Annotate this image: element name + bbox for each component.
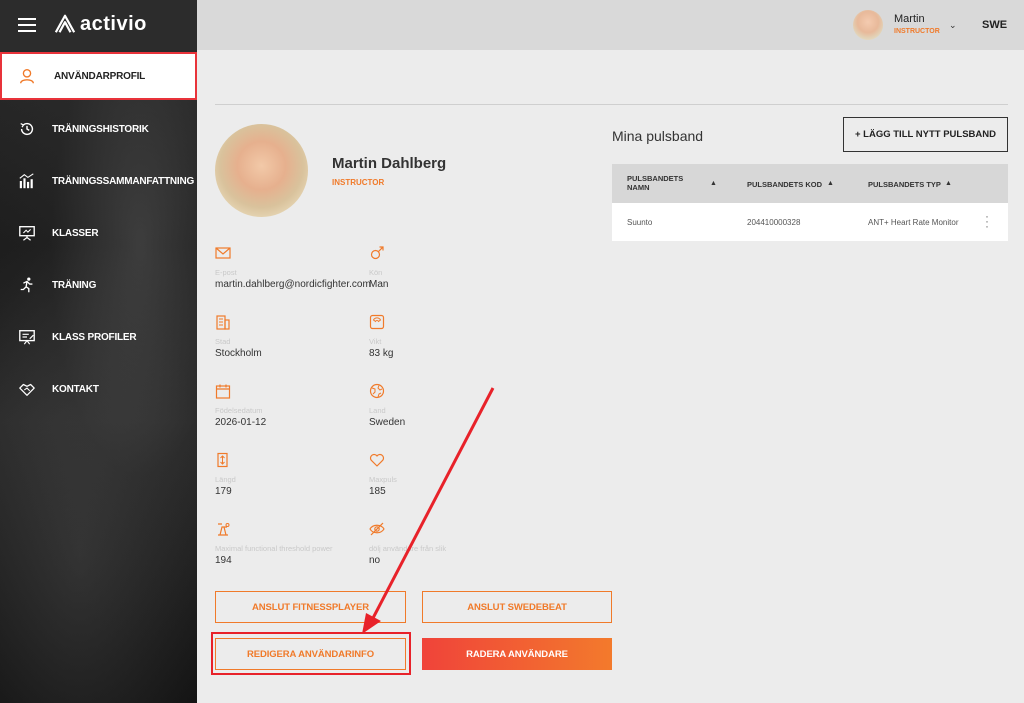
cell-code: 204410000328 <box>747 218 801 227</box>
building-icon <box>216 315 230 330</box>
chart-icon <box>19 173 34 189</box>
table-row[interactable]: Suunto 204410000328 ANT+ Heart Rate Moni… <box>612 203 1008 241</box>
sort-arrow-icon[interactable]: ▲ <box>710 180 717 187</box>
field-value: 2026-01-12 <box>215 417 267 428</box>
sidebar-item-anvandarprofil[interactable]: ANVÄNDARPROFIL <box>0 52 197 100</box>
brand-name: activio <box>80 12 147 35</box>
sort-arrow-icon[interactable]: ▲ <box>827 180 834 187</box>
scale-icon <box>369 314 385 330</box>
profile-role: INSTRUCTOR <box>332 178 385 187</box>
sidebar-item-label: TRÄNINGSHISTORIK <box>52 123 149 135</box>
top-header: Martin INSTRUCTOR ⌄ SWE <box>197 0 1024 50</box>
avatar[interactable] <box>853 10 883 40</box>
pulsband-table: PULSBANDETS NAMN ▲ PULSBANDETS KOD ▲ PUL… <box>612 164 1008 241</box>
field-value: 83 kg <box>369 348 394 359</box>
column-header-name[interactable]: PULSBANDETS NAMN <box>627 174 687 192</box>
running-icon <box>20 277 33 293</box>
bike-icon <box>218 523 230 536</box>
height-icon <box>217 452 228 468</box>
eye-off-icon <box>369 522 385 536</box>
connect-fitnessplayer-button[interactable]: ANSLUT FITNESSPLAYER <box>215 591 406 623</box>
sidebar-item-label: TRÄNINGSSAMMANFATTNING <box>52 175 195 187</box>
sidebar-item-label: TRÄNING <box>52 279 97 291</box>
envelope-icon <box>215 247 231 259</box>
field-label: Maxpuls <box>369 475 397 484</box>
field-value: Man <box>369 279 389 290</box>
column-header-code[interactable]: PULSBANDETS KOD <box>747 180 822 189</box>
chevron-down-icon[interactable]: ⌄ <box>949 20 957 31</box>
globe-icon <box>369 383 385 399</box>
user-icon <box>20 69 34 84</box>
field-value: Stockholm <box>215 348 262 359</box>
field-value: 185 <box>369 486 386 497</box>
language-selector[interactable]: SWE <box>982 19 1007 31</box>
activio-logo-icon <box>54 14 76 33</box>
field-value: martin.dahlberg@nordicfighter.com <box>215 279 371 290</box>
field-weight: Vikt 83 kg <box>369 314 393 359</box>
field-label: Längd <box>215 475 236 484</box>
row-menu-icon[interactable]: · · · <box>985 210 989 232</box>
profile-avatar <box>215 124 308 217</box>
table-header: PULSBANDETS NAMN ▲ PULSBANDETS KOD ▲ PUL… <box>612 164 1008 203</box>
field-value: 179 <box>215 486 232 497</box>
field-birthdate: Födelsedatum 2026-01-12 <box>215 383 266 428</box>
header-user-role: INSTRUCTOR <box>894 28 940 35</box>
cell-type: ANT+ Heart Rate Monitor <box>868 218 959 227</box>
connect-swedebeat-button[interactable]: ANSLUT SWEDEBEAT <box>422 591 612 623</box>
sidebar: activio ANVÄNDARPROFIL TRÄNINGSHISTORIK … <box>0 0 197 703</box>
sidebar-item-kontakt[interactable]: KONTAKT <box>0 365 197 413</box>
profile-name: Martin Dahlberg <box>332 155 447 172</box>
field-label: Stad <box>215 337 231 346</box>
sidebar-item-traning[interactable]: TRÄNING <box>0 261 197 309</box>
pulsband-title: Mina pulsband <box>612 128 704 144</box>
history-icon <box>20 122 34 136</box>
content-divider <box>215 104 1008 105</box>
field-value: Sweden <box>369 417 406 428</box>
column-header-type[interactable]: PULSBANDETS TYP <box>868 180 941 189</box>
field-value: 194 <box>215 555 232 566</box>
calendar-icon <box>215 384 231 399</box>
header-user-name[interactable]: Martin <box>894 13 925 25</box>
field-label: Födelsedatum <box>215 406 263 415</box>
field-gender: Kön Man <box>369 245 388 290</box>
field-label: Kön <box>369 268 383 277</box>
field-hide-user: dölj användare från slik no <box>369 521 446 566</box>
gender-icon <box>370 246 384 260</box>
field-country: Land Sweden <box>369 383 405 428</box>
delete-user-button[interactable]: RADERA ANVÄNDARE <box>422 638 612 670</box>
sidebar-item-label: KLASSER <box>52 227 99 239</box>
annotation-highlight-box <box>211 632 411 675</box>
sidebar-item-klass-profiler[interactable]: KLASS PROFILER <box>0 313 197 361</box>
field-max-pulse: Maxpuls 185 <box>369 452 397 497</box>
field-city: Stad Stockholm <box>215 314 262 359</box>
sidebar-item-label: ANVÄNDARPROFIL <box>54 70 146 82</box>
field-label: Maximal functional threshold power <box>215 544 333 553</box>
field-label: Vikt <box>369 337 382 346</box>
field-label: dölj användare från slik <box>369 544 447 553</box>
sort-arrow-icon[interactable]: ▲ <box>945 180 952 187</box>
sidebar-item-klasser[interactable]: KLASSER <box>0 209 197 257</box>
field-ftp: Maximal functional threshold power 194 <box>215 521 333 566</box>
field-height: Längd 179 <box>215 452 236 497</box>
sidebar-item-label: KLASS PROFILER <box>52 331 137 343</box>
sidebar-header: activio <box>0 0 197 50</box>
add-pulsband-button[interactable]: + LÄGG TILL NYTT PULSBAND <box>843 117 1008 152</box>
class-profile-icon <box>19 330 35 345</box>
heart-icon <box>369 453 385 467</box>
presentation-icon <box>19 226 35 241</box>
brand-logo[interactable]: activio <box>54 10 147 38</box>
sidebar-item-traningshistorik[interactable]: TRÄNINGSHISTORIK <box>0 105 197 153</box>
field-email: E-post martin.dahlberg@nordicfighter.com <box>215 245 371 290</box>
sidebar-item-label: KONTAKT <box>52 383 99 395</box>
cell-name: Suunto <box>627 218 653 227</box>
field-label: E-post <box>215 268 237 277</box>
handshake-icon <box>19 383 35 396</box>
hamburger-menu-icon[interactable] <box>18 18 36 32</box>
sidebar-item-traningssammanfattning[interactable]: TRÄNINGSSAMMANFATTNING <box>0 157 197 205</box>
field-value: no <box>369 555 381 566</box>
field-label: Land <box>369 406 386 415</box>
